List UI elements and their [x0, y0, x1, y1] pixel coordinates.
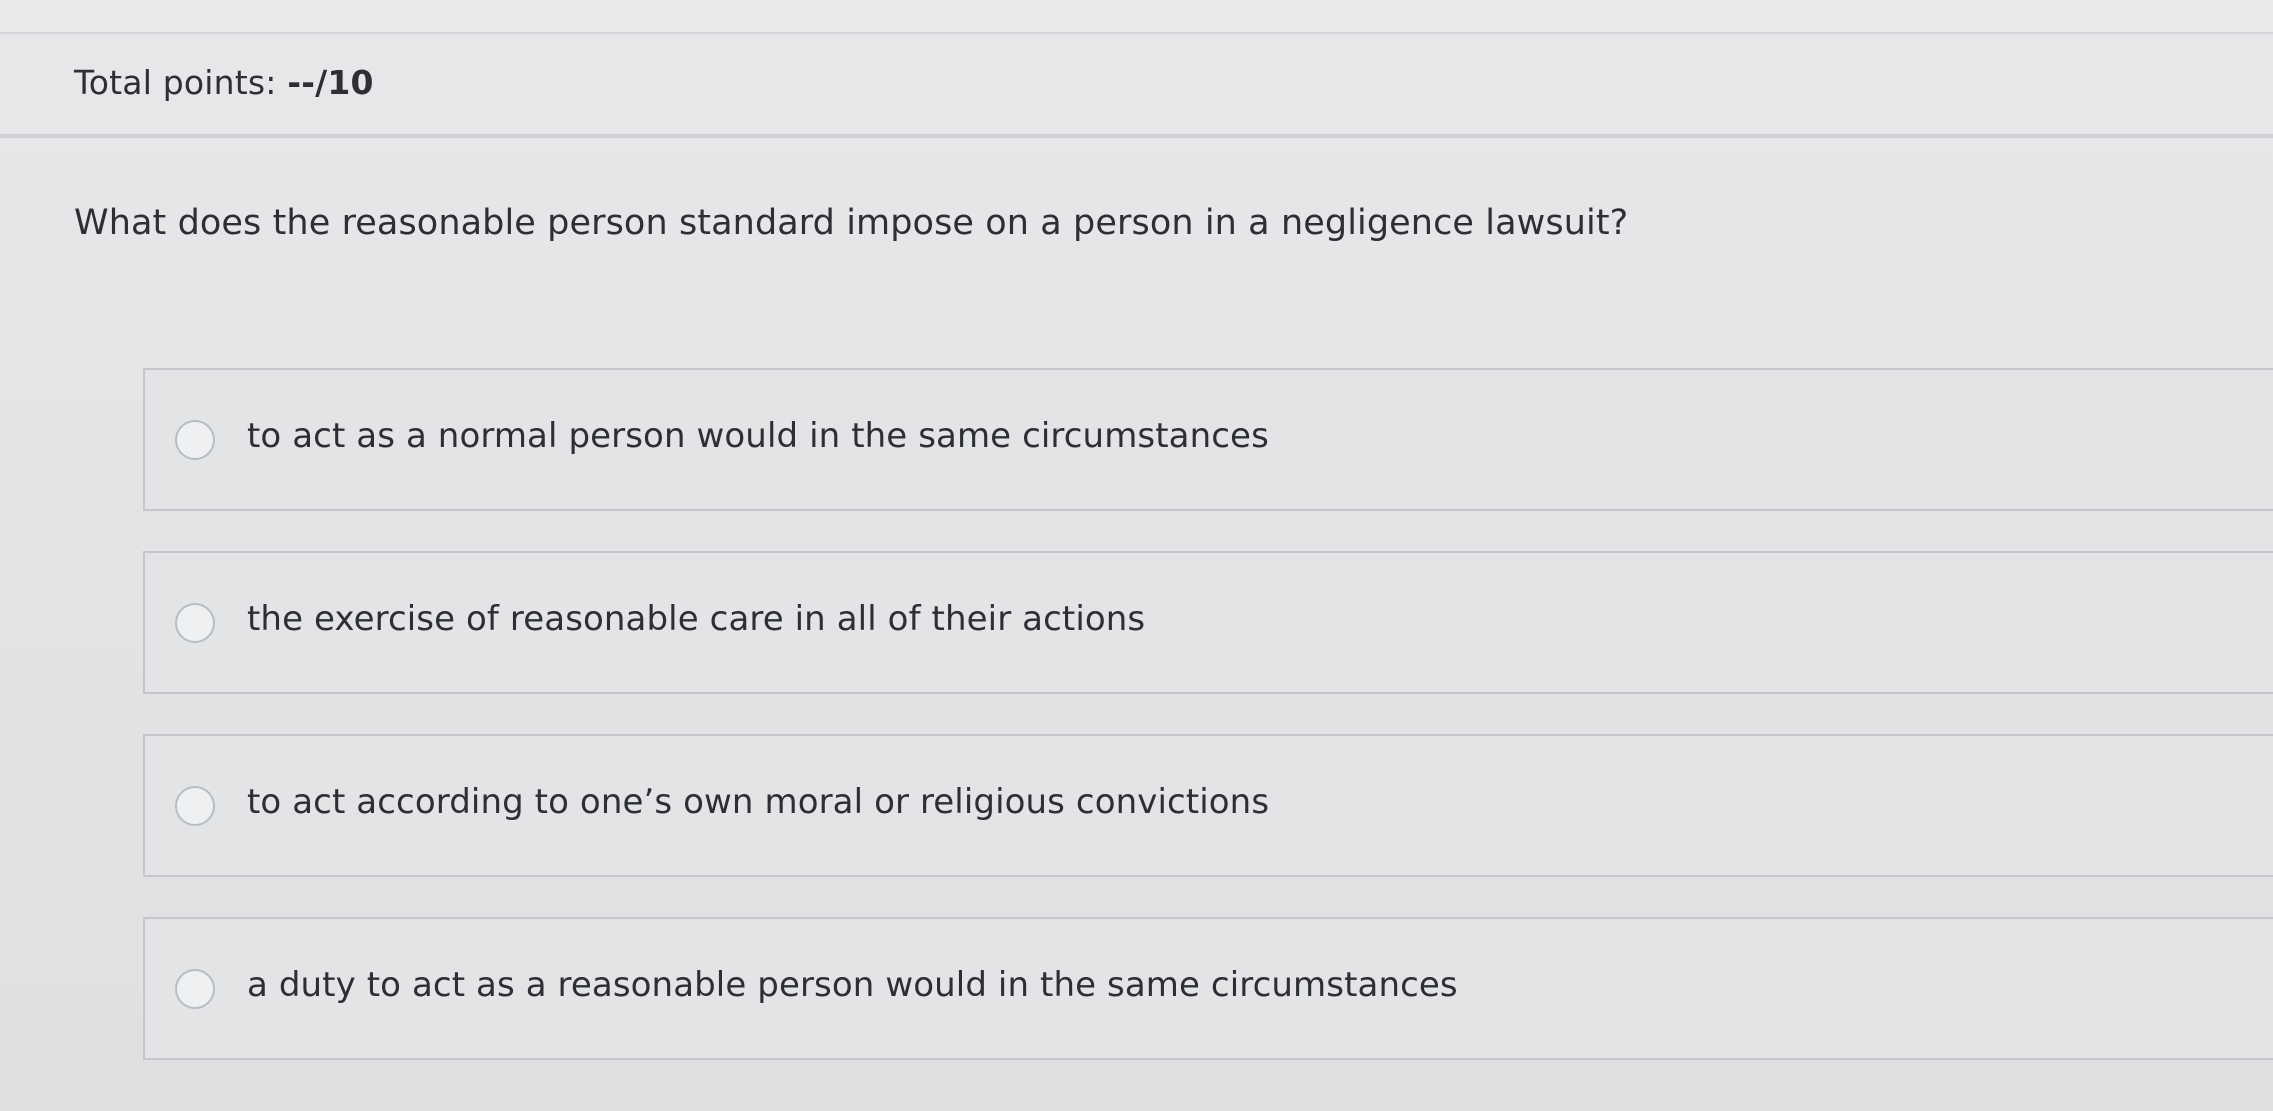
answer-option-3[interactable]: to act according to one’s own moral or r…	[143, 734, 2273, 877]
answer-option-label: to act as a normal person would in the s…	[247, 416, 1269, 456]
radio-button-2[interactable]	[175, 603, 215, 643]
answer-option-label: a duty to act as a reasonable person wou…	[247, 965, 1458, 1005]
total-points: Total points: --/10	[74, 63, 374, 102]
total-points-label: Total points:	[74, 63, 288, 102]
answer-option-2[interactable]: the exercise of reasonable care in all o…	[143, 551, 2273, 694]
question-text: What does the reasonable person standard…	[74, 203, 1629, 243]
quiz-page: Total points: --/10 What does the reason…	[0, 0, 2273, 1111]
radio-button-3[interactable]	[175, 786, 215, 826]
answer-option-4[interactable]: a duty to act as a reasonable person wou…	[143, 917, 2273, 1060]
radio-button-4[interactable]	[175, 969, 215, 1009]
answer-option-1[interactable]: to act as a normal person would in the s…	[143, 368, 2273, 511]
answer-options: to act as a normal person would in the s…	[143, 368, 2273, 1100]
answer-option-label: to act according to one’s own moral or r…	[247, 782, 1270, 822]
radio-button-1[interactable]	[175, 420, 215, 460]
answer-option-label: the exercise of reasonable care in all o…	[247, 599, 1146, 639]
top-strip	[0, 0, 2273, 34]
total-points-value: --/10	[287, 63, 374, 102]
